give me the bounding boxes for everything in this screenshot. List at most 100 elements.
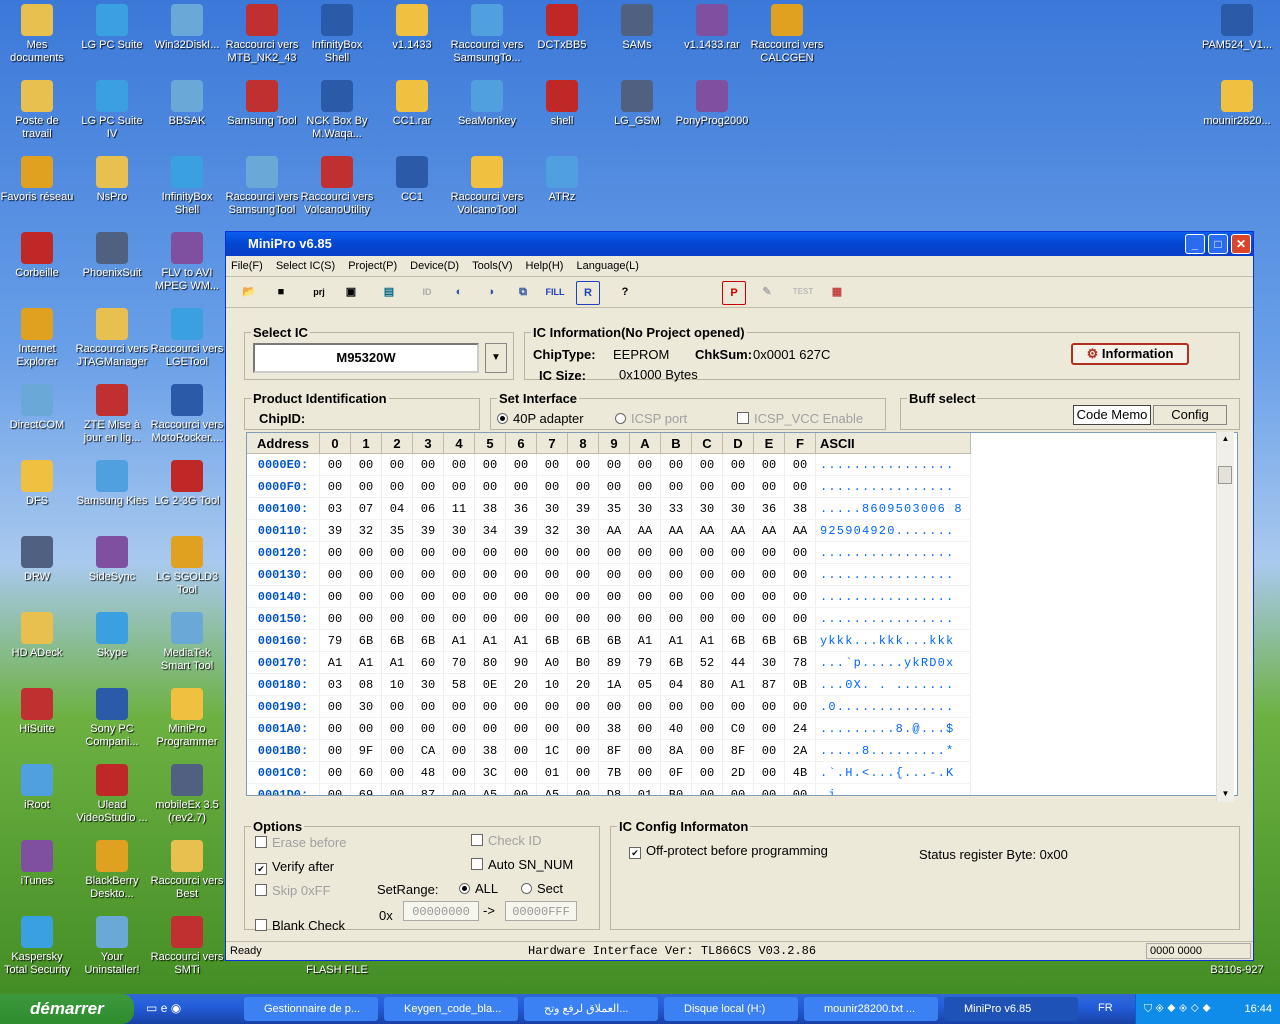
hex-byte[interactable]: 00 — [629, 541, 661, 564]
desktop-icon[interactable]: Favoris réseau — [0, 154, 74, 204]
hex-byte[interactable]: 00 — [474, 563, 506, 586]
hex-byte[interactable]: 00 — [505, 453, 537, 476]
hex-ascii[interactable]: .0.............. — [815, 695, 971, 718]
desktop-icon[interactable]: v1.1433 — [375, 2, 449, 52]
fill-icon[interactable]: FILL — [544, 281, 566, 303]
hex-byte[interactable]: 39 — [412, 519, 444, 542]
desktop-icon[interactable]: HiSuite — [0, 686, 74, 736]
task-gestionnaire[interactable]: Gestionnaire de p... — [244, 997, 378, 1021]
hex-byte[interactable]: 00 — [722, 607, 754, 630]
hex-byte[interactable]: A1 — [660, 629, 692, 652]
hex-ascii[interactable]: ................ — [815, 607, 971, 630]
range-sect-radio[interactable]: Sect — [521, 881, 563, 896]
hex-byte[interactable]: 00 — [691, 739, 723, 762]
hex-byte[interactable]: 00 — [350, 585, 382, 608]
hex-byte[interactable]: 00 — [660, 695, 692, 718]
desktop-icon[interactable]: Raccourci vers LGETool — [150, 306, 224, 369]
desktop-icon[interactable]: Corbeille — [0, 230, 74, 280]
hex-byte[interactable]: 03 — [319, 497, 351, 520]
chip-icon[interactable]: ▦ — [826, 281, 848, 303]
hex-byte[interactable]: 00 — [753, 607, 785, 630]
hex-byte[interactable]: AA — [660, 519, 692, 542]
hex-byte[interactable]: 00 — [598, 541, 630, 564]
hex-byte[interactable]: 40 — [660, 717, 692, 740]
start-button[interactable]: démarrer — [0, 994, 134, 1024]
desktop-icon[interactable]: DRW — [0, 534, 74, 584]
hex-byte[interactable]: 00 — [381, 541, 413, 564]
desktop-icon[interactable]: Samsung Kies — [75, 458, 149, 508]
hex-byte[interactable]: A1 — [505, 629, 537, 652]
hex-byte[interactable]: 48 — [412, 761, 444, 784]
hex-byte[interactable]: 00 — [505, 761, 537, 784]
desktop-icon[interactable]: BlackBerry Deskto... — [75, 838, 149, 901]
hex-byte[interactable]: 00 — [412, 717, 444, 740]
hex-byte[interactable]: 8F — [722, 739, 754, 762]
hex-byte[interactable]: 30 — [412, 673, 444, 696]
hex-byte[interactable]: 10 — [536, 673, 568, 696]
hex-byte[interactable]: 00 — [753, 563, 785, 586]
desktop-icon[interactable]: iRoot — [0, 762, 74, 812]
hex-byte[interactable]: 36 — [753, 497, 785, 520]
hex-byte[interactable]: 06 — [412, 497, 444, 520]
hex-byte[interactable]: 00 — [443, 585, 475, 608]
hex-byte[interactable]: 1C — [536, 739, 568, 762]
hex-byte[interactable]: A1 — [629, 629, 661, 652]
hex-scrollbar[interactable]: ▲ ▼ — [1216, 432, 1234, 802]
hex-byte[interactable]: 00 — [629, 607, 661, 630]
hex-byte[interactable]: 00 — [691, 761, 723, 784]
hex-byte[interactable]: 00 — [660, 541, 692, 564]
desktop-icon[interactable]: PAM524_V1... — [1200, 2, 1274, 52]
hex-ascii[interactable]: ................ — [815, 541, 971, 564]
hex-byte[interactable]: A1 — [381, 651, 413, 674]
hex-byte[interactable]: A5 — [536, 783, 568, 795]
hex-byte[interactable]: A0 — [536, 651, 568, 674]
hex-byte[interactable]: 35 — [381, 519, 413, 542]
hex-byte[interactable]: 00 — [443, 695, 475, 718]
off-protect-checkbox[interactable]: ✔ Off-protect before programming — [629, 843, 828, 859]
hex-byte[interactable]: 78 — [784, 651, 816, 674]
hex-byte[interactable]: 00 — [629, 563, 661, 586]
hex-ascii[interactable]: ................ — [815, 585, 971, 608]
hex-byte[interactable]: 87 — [412, 783, 444, 795]
desktop-icon[interactable]: mobileEx 3.5 (rev2.7) — [150, 762, 224, 825]
desktop-icon[interactable]: LG 2-3G Tool — [150, 458, 224, 508]
range-all-radio[interactable]: ALL — [459, 881, 498, 896]
hex-byte[interactable]: 00 — [660, 453, 692, 476]
hex-byte[interactable]: 00 — [629, 695, 661, 718]
hex-byte[interactable]: 8A — [660, 739, 692, 762]
desktop-icon[interactable]: mounir2820... — [1200, 78, 1274, 128]
hex-byte[interactable]: 30 — [722, 497, 754, 520]
hex-byte[interactable]: 00 — [660, 475, 692, 498]
scroll-thumb[interactable] — [1218, 466, 1232, 484]
blank-check-checkbox[interactable]: Blank Check — [255, 918, 345, 933]
hex-byte[interactable]: AA — [784, 519, 816, 542]
range-from-input[interactable]: 00000000 — [403, 901, 479, 921]
desktop-icon[interactable]: HD ADeck — [0, 610, 74, 660]
hex-byte[interactable]: 11 — [443, 497, 475, 520]
hex-byte[interactable]: 00 — [660, 585, 692, 608]
hex-byte[interactable]: 00 — [319, 585, 351, 608]
hex-byte[interactable]: 00 — [722, 453, 754, 476]
hex-byte[interactable]: 00 — [629, 739, 661, 762]
hex-byte[interactable]: 00 — [784, 453, 816, 476]
hex-byte[interactable]: 00 — [505, 695, 537, 718]
hex-byte[interactable]: 30 — [753, 651, 785, 674]
desktop-icon[interactable]: NCK Box By M.Waqa... — [300, 78, 374, 141]
hex-byte[interactable]: 00 — [598, 453, 630, 476]
hex-byte[interactable]: 8F — [598, 739, 630, 762]
hex-byte[interactable]: 00 — [319, 761, 351, 784]
hex-byte[interactable]: 00 — [567, 563, 599, 586]
hex-byte[interactable]: 00 — [784, 783, 816, 795]
hex-byte[interactable]: 00 — [660, 607, 692, 630]
hex-byte[interactable]: 00 — [567, 739, 599, 762]
hex-ascii[interactable]: ................ — [815, 475, 971, 498]
hex-byte[interactable]: AA — [753, 519, 785, 542]
hex-byte[interactable]: 80 — [691, 673, 723, 696]
hex-byte[interactable]: 00 — [567, 783, 599, 795]
hex-byte[interactable]: 00 — [536, 607, 568, 630]
hex-byte[interactable]: 6B — [412, 629, 444, 652]
hex-byte[interactable]: 00 — [784, 475, 816, 498]
hex-byte[interactable]: 00 — [350, 563, 382, 586]
hex-byte[interactable]: 00 — [381, 607, 413, 630]
hex-byte[interactable]: 07 — [350, 497, 382, 520]
